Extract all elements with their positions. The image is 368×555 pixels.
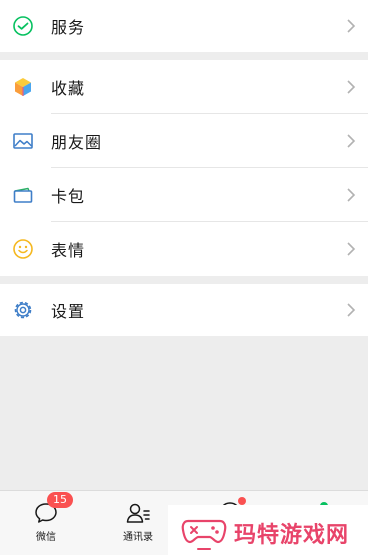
menu-label-favorites: 收藏 [51, 79, 86, 98]
unread-badge: 15 [47, 492, 73, 508]
tab-label-chats: 微信 [36, 532, 56, 543]
notification-dot [238, 497, 246, 505]
menu-label-moments: 朋友圈 [51, 133, 103, 152]
wechat-pay-icon [12, 15, 34, 37]
menu-item-favorites[interactable]: 收藏 [0, 60, 368, 114]
cube-icon [12, 76, 34, 98]
menu-item-stickers[interactable]: 表情 [0, 222, 368, 276]
menu-item-settings[interactable]: 设置 [0, 284, 368, 336]
chevron-right-icon [346, 302, 356, 318]
settings-group: 设置 [0, 284, 368, 336]
site-watermark: 玛特游戏网 [168, 505, 368, 555]
menu-label-service: 服务 [51, 18, 86, 37]
tab-chats[interactable]: 15 微信 [0, 491, 92, 555]
gear-icon [12, 299, 34, 321]
chevron-right-icon [346, 241, 356, 257]
menu-label-settings: 设置 [51, 302, 86, 321]
watermark-text: 玛特游戏网 [234, 523, 350, 548]
contacts-icon [125, 500, 151, 526]
chevron-right-icon [346, 187, 356, 203]
card-wallet-icon [12, 184, 34, 206]
menu-item-service[interactable]: 服务 [0, 0, 368, 52]
menu-label-stickers: 表情 [51, 241, 86, 260]
chevron-right-icon [346, 133, 356, 149]
smiley-icon [12, 238, 34, 260]
chevron-right-icon [346, 79, 356, 95]
menu-item-moments[interactable]: 朋友圈 [0, 114, 368, 168]
picture-icon [12, 130, 34, 152]
menu-item-cards[interactable]: 卡包 [0, 168, 368, 222]
menu-label-cards: 卡包 [51, 187, 86, 206]
features-group: 收藏 朋友圈 卡包 表情 [0, 60, 368, 276]
chevron-right-icon [346, 18, 356, 34]
service-group: 服务 [0, 0, 368, 52]
gamepad-logo-icon [180, 511, 228, 551]
